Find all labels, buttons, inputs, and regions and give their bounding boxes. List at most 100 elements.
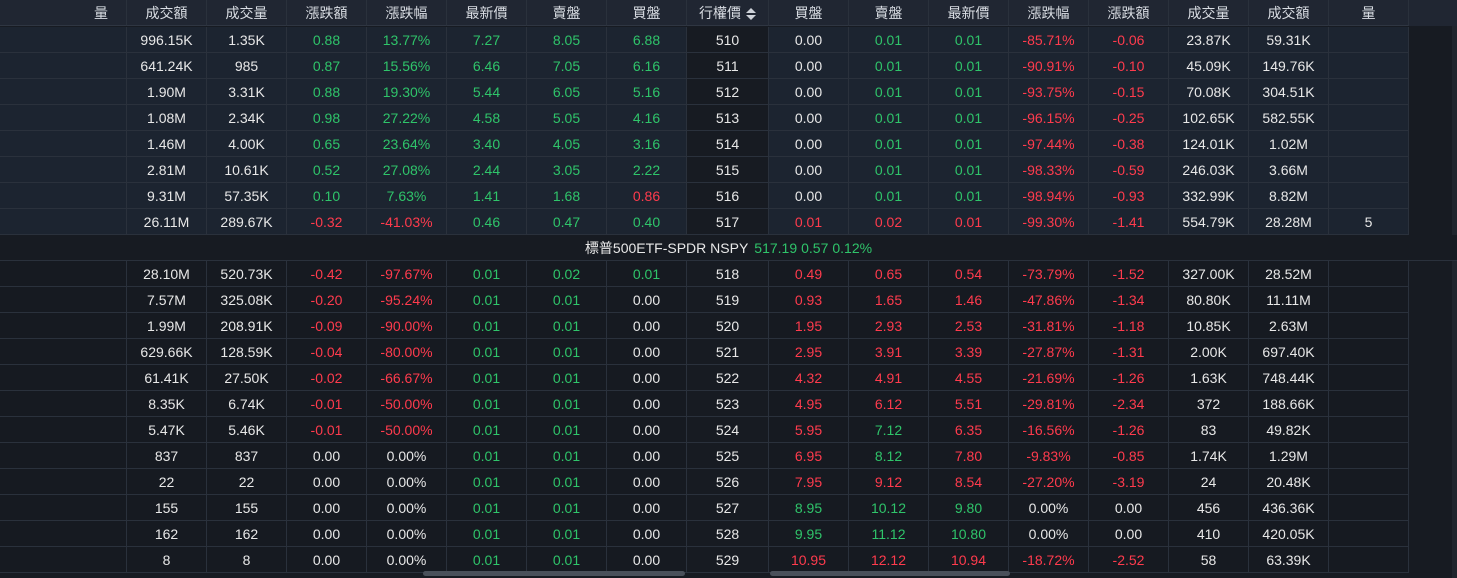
- call-cell[interactable]: 1.35K: [207, 27, 287, 53]
- put-cell[interactable]: 10.80: [929, 521, 1009, 547]
- put-cell[interactable]: [1329, 27, 1409, 53]
- call-cell[interactable]: [0, 53, 127, 79]
- call-cell[interactable]: 0.00: [607, 443, 687, 469]
- put-cell[interactable]: -9.83%: [1009, 443, 1089, 469]
- put-cell[interactable]: [1329, 287, 1409, 313]
- put-cell[interactable]: -98.94%: [1009, 183, 1089, 209]
- option-row[interactable]: 26.11M 289.67K -0.32 -41.03% 0.46 0.47 0.40 517…: [0, 209, 1457, 235]
- put-cell[interactable]: 420.05K: [1249, 521, 1329, 547]
- call-cell[interactable]: 61.41K: [127, 365, 207, 391]
- put-cell[interactable]: 0.01: [929, 209, 1009, 235]
- call-cell[interactable]: 128.59K: [207, 339, 287, 365]
- call-cell[interactable]: 0.01: [527, 287, 607, 313]
- put-cell[interactable]: 2.00K: [1169, 339, 1249, 365]
- call-cell[interactable]: 0.01: [447, 443, 527, 469]
- put-cell[interactable]: [1329, 183, 1409, 209]
- put-cell[interactable]: 0.00%: [1009, 495, 1089, 521]
- option-row[interactable]: 28.10M 520.73K -0.42 -97.67% 0.01 0.02 0.01 518…: [0, 261, 1457, 287]
- put-cell[interactable]: 12.12: [849, 547, 929, 573]
- option-row[interactable]: 7.57M 325.08K -0.20 -95.24% 0.01 0.01 0.00 519 0…: [0, 287, 1457, 313]
- put-cell[interactable]: 0.01: [849, 105, 929, 131]
- put-cell[interactable]: 456: [1169, 495, 1249, 521]
- put-cell[interactable]: 0.00: [769, 131, 849, 157]
- call-cell[interactable]: [0, 131, 127, 157]
- put-cell[interactable]: [1329, 365, 1409, 391]
- call-cell[interactable]: 5.16: [607, 79, 687, 105]
- put-cell[interactable]: 4.95: [769, 391, 849, 417]
- put-cell[interactable]: 304.51K: [1249, 79, 1329, 105]
- call-cell[interactable]: [0, 443, 127, 469]
- call-cell[interactable]: 1.99M: [127, 313, 207, 339]
- call-cell[interactable]: -0.32: [287, 209, 367, 235]
- call-cell[interactable]: 155: [127, 495, 207, 521]
- put-cell[interactable]: 9.95: [769, 521, 849, 547]
- call-cell[interactable]: 0.00%: [367, 443, 447, 469]
- put-cell[interactable]: 6.35: [929, 417, 1009, 443]
- option-row[interactable]: 61.41K 27.50K -0.02 -66.67% 0.01 0.01 0.00 522 4…: [0, 365, 1457, 391]
- put-cell[interactable]: 10.85K: [1169, 313, 1249, 339]
- call-cell[interactable]: [0, 209, 127, 235]
- call-cell[interactable]: 1.68: [527, 183, 607, 209]
- put-cell[interactable]: -31.81%: [1009, 313, 1089, 339]
- horizontal-scrollbar-left[interactable]: [423, 571, 685, 576]
- put-cell[interactable]: 1.46: [929, 287, 1009, 313]
- header-c11[interactable]: 最新價: [929, 0, 1009, 26]
- call-cell[interactable]: [0, 313, 127, 339]
- call-cell[interactable]: [0, 469, 127, 495]
- put-cell[interactable]: [1329, 53, 1409, 79]
- put-cell[interactable]: 1.02M: [1249, 131, 1329, 157]
- option-row[interactable]: 22 22 0.00 0.00% 0.01 0.01 0.00 526 7.95 9.12 8.54…: [0, 469, 1457, 495]
- put-cell[interactable]: 10.95: [769, 547, 849, 573]
- call-cell[interactable]: 2.22: [607, 157, 687, 183]
- call-cell[interactable]: [0, 339, 127, 365]
- call-cell[interactable]: -0.01: [287, 391, 367, 417]
- call-cell[interactable]: -90.00%: [367, 313, 447, 339]
- option-row[interactable]: 996.15K 1.35K 0.88 13.77% 7.27 8.05 6.88 510 0.0…: [0, 27, 1457, 53]
- put-cell[interactable]: -27.20%: [1009, 469, 1089, 495]
- call-cell[interactable]: 3.31K: [207, 79, 287, 105]
- put-cell[interactable]: 3.66M: [1249, 157, 1329, 183]
- put-cell[interactable]: 9.12: [849, 469, 929, 495]
- put-cell[interactable]: 0.00: [1089, 521, 1169, 547]
- put-cell[interactable]: 0.01: [849, 131, 929, 157]
- call-cell[interactable]: 1.08M: [127, 105, 207, 131]
- call-cell[interactable]: -66.67%: [367, 365, 447, 391]
- put-cell[interactable]: -0.06: [1089, 27, 1169, 53]
- put-cell[interactable]: 7.95: [769, 469, 849, 495]
- put-cell[interactable]: 0.00: [769, 105, 849, 131]
- call-cell[interactable]: 0.01: [527, 391, 607, 417]
- call-cell[interactable]: 8.35K: [127, 391, 207, 417]
- put-cell[interactable]: -47.86%: [1009, 287, 1089, 313]
- put-cell[interactable]: 0.00%: [1009, 521, 1089, 547]
- call-cell[interactable]: 0.01: [447, 313, 527, 339]
- put-cell[interactable]: 5.51: [929, 391, 1009, 417]
- put-cell[interactable]: -29.81%: [1009, 391, 1089, 417]
- put-cell[interactable]: 102.65K: [1169, 105, 1249, 131]
- option-row[interactable]: 1.90M 3.31K 0.88 19.30% 5.44 6.05 5.16 512 0.00 0…: [0, 79, 1457, 105]
- call-cell[interactable]: 19.30%: [367, 79, 447, 105]
- header-c8[interactable]: 行權價: [687, 0, 769, 26]
- strike-price[interactable]: 528: [687, 521, 769, 547]
- put-cell[interactable]: -1.26: [1089, 417, 1169, 443]
- strike-price[interactable]: 511: [687, 53, 769, 79]
- header-c5[interactable]: 最新價: [447, 0, 527, 26]
- call-cell[interactable]: 0.01: [447, 339, 527, 365]
- put-cell[interactable]: [1329, 261, 1409, 287]
- put-cell[interactable]: -0.10: [1089, 53, 1169, 79]
- put-cell[interactable]: 10.12: [849, 495, 929, 521]
- call-cell[interactable]: 9.31M: [127, 183, 207, 209]
- call-cell[interactable]: 10.61K: [207, 157, 287, 183]
- call-cell[interactable]: 208.91K: [207, 313, 287, 339]
- call-cell[interactable]: 22: [207, 469, 287, 495]
- strike-price[interactable]: 516: [687, 183, 769, 209]
- header-c15[interactable]: 成交額: [1249, 0, 1329, 26]
- call-cell[interactable]: 985: [207, 53, 287, 79]
- put-cell[interactable]: 0.00: [769, 53, 849, 79]
- put-cell[interactable]: 20.48K: [1249, 469, 1329, 495]
- call-cell[interactable]: 0.00: [607, 417, 687, 443]
- put-cell[interactable]: 4.55: [929, 365, 1009, 391]
- header-c4[interactable]: 漲跌幅: [367, 0, 447, 26]
- header-c7[interactable]: 買盤: [607, 0, 687, 26]
- put-cell[interactable]: 0.02: [849, 209, 929, 235]
- call-cell[interactable]: 0.00: [607, 547, 687, 573]
